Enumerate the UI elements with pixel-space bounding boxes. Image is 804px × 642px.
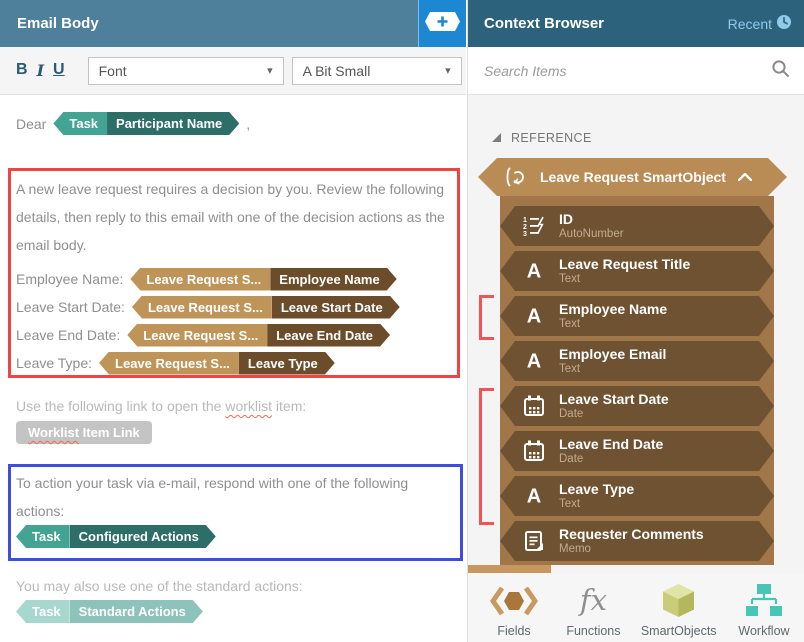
- reference-section-header[interactable]: REFERENCE: [492, 131, 592, 145]
- field-item-leave-type[interactable]: A Leave TypeText: [500, 476, 774, 516]
- context-browser-panel: Context Browser Recent REFERENCE: [467, 0, 804, 642]
- text-icon: A: [521, 261, 547, 281]
- plus-chip-icon: [425, 12, 460, 36]
- field-item-leave-end-date[interactable]: Leave End DateDate: [500, 431, 774, 471]
- tab-functions[interactable]: fx Functions: [561, 582, 625, 642]
- email-body-panel: Email Body B I U Font ▾ A Bit Small ▾: [0, 0, 466, 642]
- detail-row-leave-end-date: Leave End Date: Leave Request S... Leave…: [16, 323, 390, 347]
- tab-fields[interactable]: Fields: [482, 582, 546, 642]
- tab-smartobjects[interactable]: SmartObjects: [641, 582, 717, 642]
- calendar-icon: [521, 440, 547, 462]
- email-body-header: Email Body: [0, 0, 466, 47]
- detail-label: Leave Type:: [16, 355, 92, 371]
- app-window: Email Body B I U Font ▾ A Bit Small ▾: [0, 0, 804, 642]
- greeting-prefix: Dear: [16, 116, 46, 132]
- chevron-down-icon: ▾: [445, 64, 451, 77]
- token-worklist-item-link[interactable]: Worklist Item Link: [16, 421, 152, 444]
- standard-sentence: You may also use one of the standard act…: [16, 578, 303, 594]
- font-dropdown[interactable]: Font ▾: [88, 57, 284, 85]
- intro-paragraph: A new leave request requires a decision …: [16, 175, 466, 259]
- workflow-icon: [746, 582, 782, 619]
- font-size-dropdown[interactable]: A Bit Small ▾: [292, 57, 462, 85]
- token-task-participant-name[interactable]: Task Participant Name: [53, 112, 239, 135]
- token-employee-name[interactable]: Leave Request S... Employee Name: [130, 268, 396, 291]
- detail-row-employee-name: Employee Name: Leave Request S... Employ…: [16, 267, 397, 291]
- smartobject-header-chip[interactable]: Leave Request SmartObject: [478, 158, 787, 196]
- misspelled-word: worklist: [225, 398, 272, 414]
- svg-text:3: 3: [523, 231, 527, 237]
- detail-label: Employee Name:: [16, 271, 123, 287]
- field-item-requester-comments[interactable]: Requester CommentsMemo: [500, 521, 774, 561]
- detail-row-leave-type: Leave Type: Leave Request S... Leave Typ…: [16, 351, 335, 375]
- token-standard-actions[interactable]: Task Standard Actions: [16, 600, 203, 623]
- detail-label: Leave End Date:: [16, 327, 120, 343]
- svg-text:A: A: [527, 261, 541, 281]
- greeting-suffix: ,: [246, 116, 250, 132]
- context-browser-tabs: Fields fx Functions SmartObjects Workflo…: [468, 573, 804, 642]
- collapse-triangle-icon: [492, 131, 501, 145]
- text-icon: A: [521, 351, 547, 371]
- smartobject-reference-icon: [505, 167, 528, 187]
- field-item-employee-name[interactable]: A Employee NameText: [500, 296, 774, 336]
- token-leave-end-date[interactable]: Leave Request S... Leave End Date: [127, 324, 390, 347]
- email-body-editor[interactable]: Dear Task Participant Name , A new leave…: [0, 95, 466, 642]
- tab-workflow[interactable]: Workflow: [732, 582, 796, 642]
- functions-icon: fx: [580, 582, 607, 619]
- fields-icon: [490, 582, 538, 619]
- bold-button[interactable]: B: [16, 61, 28, 80]
- search-input[interactable]: [484, 63, 771, 79]
- format-toolbar: B I U Font ▾ A Bit Small ▾: [0, 47, 466, 95]
- svg-text:A: A: [527, 486, 541, 506]
- font-dropdown-value: Font: [99, 63, 127, 79]
- smartobjects-icon: [660, 582, 697, 619]
- detail-label: Leave Start Date:: [16, 299, 125, 315]
- context-browser-title: Context Browser: [484, 15, 604, 32]
- chevron-down-icon: ▾: [267, 64, 273, 77]
- text-icon: A: [521, 306, 547, 326]
- search-bar: [468, 47, 804, 95]
- italic-button[interactable]: I: [37, 61, 44, 80]
- horizontal-scrollbar-thumb[interactable]: [468, 565, 551, 573]
- svg-text:A: A: [527, 306, 541, 326]
- token-configured-actions[interactable]: Task Configured Actions: [16, 525, 216, 548]
- reference-section-label: REFERENCE: [511, 131, 592, 145]
- action-chip-row: Task Configured Actions: [16, 525, 216, 548]
- field-item-leave-request-title[interactable]: A Leave Request TitleText: [500, 251, 774, 291]
- svg-text:2: 2: [523, 224, 527, 231]
- field-item-employee-email[interactable]: A Employee EmailText: [500, 341, 774, 381]
- worklist-sentence: Use the following link to open the workl…: [16, 398, 306, 414]
- chevron-up-icon: [738, 173, 752, 181]
- field-item-leave-start-date[interactable]: Leave Start DateDate: [500, 386, 774, 426]
- field-item-id[interactable]: 123 IDAutoNumber: [500, 206, 774, 246]
- reference-tree: REFERENCE Leave Request SmartObject: [468, 95, 804, 573]
- svg-text:1: 1: [523, 217, 527, 224]
- recent-link[interactable]: Recent: [728, 14, 792, 33]
- underline-button[interactable]: U: [53, 61, 65, 80]
- worklist-chip-row: Worklist Item Link: [16, 421, 152, 444]
- context-browser-header: Context Browser Recent: [468, 0, 804, 47]
- memo-icon: [521, 530, 547, 552]
- search-icon[interactable]: [771, 59, 790, 83]
- greeting-line: Dear Task Participant Name ,: [16, 112, 250, 135]
- font-size-dropdown-value: A Bit Small: [303, 63, 371, 79]
- email-body-title: Email Body: [0, 15, 99, 32]
- calendar-icon: [521, 395, 547, 417]
- add-token-button[interactable]: [418, 0, 466, 47]
- text-icon: A: [521, 486, 547, 506]
- smartobject-name: Leave Request SmartObject: [540, 169, 726, 185]
- clock-icon: [776, 14, 792, 33]
- detail-row-leave-start-date: Leave Start Date: Leave Request S... Lea…: [16, 295, 400, 319]
- svg-text:A: A: [527, 351, 541, 371]
- standard-chip-row: Task Standard Actions: [16, 600, 203, 623]
- action-sentence: To action your task via e-mail, respond …: [16, 469, 456, 525]
- smartobject-field-list: 123 IDAutoNumber A Leave Request TitleTe…: [500, 196, 774, 565]
- token-leave-start-date[interactable]: Leave Request S... Leave Start Date: [132, 296, 400, 319]
- autonumber-icon: 123: [521, 215, 547, 237]
- token-leave-type[interactable]: Leave Request S... Leave Type: [99, 352, 335, 375]
